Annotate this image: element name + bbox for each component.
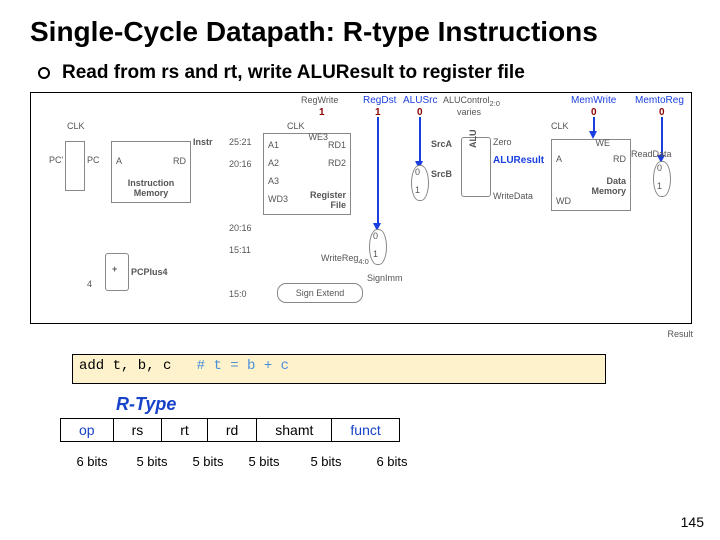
label-clk2: CLK	[287, 121, 305, 131]
label-rf-a3: A3	[268, 176, 279, 186]
format-bits-op: 6 bits	[60, 454, 124, 469]
label-dm-a: A	[556, 154, 562, 164]
label-20-16b: 20:16	[229, 223, 252, 233]
label-writereg: WriteReg4:0	[321, 253, 369, 266]
bullet-text: Read from rs and rt, write ALUResult to …	[62, 62, 525, 84]
label-clk1: CLK	[67, 121, 85, 131]
page-number: 145	[681, 514, 704, 530]
label-clk3: CLK	[551, 121, 569, 131]
format-field-rd: rd	[207, 419, 256, 442]
label-regdst: RegDst	[363, 95, 396, 106]
label-rf-rd1: RD1	[328, 140, 346, 150]
block-pc-reg	[65, 141, 85, 191]
mux-alusrc-1: 1	[415, 185, 420, 195]
datapath-diagram: RegWrite RegDst ALUSrc ALUControl2:0 Mem…	[30, 92, 692, 324]
block-adder: +	[105, 253, 129, 291]
label-signimm: SignImm	[367, 273, 403, 283]
code-instr: add t, b, c	[79, 358, 171, 374]
code-example: add t, b, c # t = b + c	[72, 354, 606, 384]
instruction-format-table: oprsrtrdshamtfunct	[60, 418, 400, 442]
format-bits-rd: 5 bits	[236, 454, 292, 469]
rtype-heading: R-Type	[116, 394, 176, 415]
label-dm-wd: WD	[556, 196, 571, 206]
mux-regdst-1: 1	[373, 249, 378, 259]
label-rf-a2: A2	[268, 158, 279, 168]
block-sign-extend: Sign Extend	[277, 283, 363, 303]
mux-memtoreg-0: 0	[657, 163, 662, 173]
wire-regdst	[377, 117, 379, 225]
mux-regdst-0: 0	[373, 231, 378, 241]
bullet-icon	[38, 67, 50, 79]
label-memwrite: MemWrite	[571, 95, 616, 106]
format-bits-shamt: 5 bits	[292, 454, 360, 469]
format-bits-rs: 5 bits	[124, 454, 180, 469]
label-readdata: ReadData	[631, 149, 672, 159]
label-15-0: 15:0	[229, 289, 247, 299]
label-aluresult: ALUResult	[493, 155, 544, 166]
label-15-11: 15:11	[229, 245, 251, 255]
value-regwrite: 1	[319, 107, 325, 118]
mux-memtoreg-1: 1	[657, 181, 662, 191]
label-25-21: 25:21	[229, 137, 252, 147]
label-memtoreg: MemtoReg	[635, 95, 684, 106]
label-pc-in: PC'	[49, 155, 63, 165]
label-dm-we: WE	[596, 138, 611, 148]
label-aluctrl: ALUControl2:0	[443, 95, 500, 108]
block-instruction-memory: A RD Instruction Memory	[111, 141, 191, 203]
label-pc-out: PC	[87, 155, 100, 165]
value-aluctrl: varies	[457, 107, 481, 117]
format-field-rs: rs	[113, 419, 162, 442]
code-comment: # t = b + c	[197, 358, 289, 374]
wire-alusrc	[419, 117, 421, 163]
label-pcplus4: PCPlus4	[131, 267, 168, 277]
label-imem-a: A	[116, 156, 122, 166]
label-zero: Zero	[493, 137, 512, 147]
label-regwrite: RegWrite	[301, 95, 338, 105]
format-field-funct: funct	[332, 419, 399, 442]
label-rf-we3: WE3	[308, 132, 328, 142]
instruction-format-bits: 6 bits5 bits5 bits5 bits5 bits6 bits	[60, 454, 424, 469]
label-rf-a1: A1	[268, 140, 279, 150]
label-imem-name: Instruction Memory	[112, 178, 190, 198]
format-bits-funct: 6 bits	[360, 454, 424, 469]
label-plus: +	[112, 264, 117, 274]
label-20-16: 20:16	[229, 159, 252, 169]
block-data-memory: A RD WE WD Data Memory	[551, 139, 631, 211]
label-rf-rd2: RD2	[328, 158, 346, 168]
label-writedata: WriteData	[493, 191, 533, 201]
label-dm-name: Data Memory	[591, 176, 626, 196]
format-field-shamt: shamt	[257, 419, 332, 442]
label-imem-rd: RD	[173, 156, 186, 166]
format-field-op: op	[61, 419, 114, 442]
label-signext: Sign Extend	[296, 288, 345, 298]
format-bits-rt: 5 bits	[180, 454, 236, 469]
label-alu: ALU	[468, 130, 478, 149]
label-rf-wd3: WD3	[268, 194, 288, 204]
label-srca: SrcA	[431, 139, 452, 149]
label-four: 4	[87, 279, 92, 289]
block-register-file: A1 A2 A3 WD3 WE3 RD1 RD2 Register File	[263, 133, 351, 215]
label-instr: Instr	[193, 137, 213, 147]
bullet-row: Read from rs and rt, write ALUResult to …	[38, 62, 525, 84]
mux-alusrc-0: 0	[415, 167, 420, 177]
slide-title: Single-Cycle Datapath: R-type Instructio…	[30, 16, 598, 48]
label-alusrc: ALUSrc	[403, 95, 437, 106]
block-alu: ALU	[461, 137, 491, 197]
label-rf-name: Register File	[310, 190, 346, 210]
label-result: Result	[667, 329, 693, 339]
format-field-rt: rt	[162, 419, 208, 442]
label-srcb: SrcB	[431, 169, 452, 179]
label-dm-rd: RD	[613, 154, 626, 164]
